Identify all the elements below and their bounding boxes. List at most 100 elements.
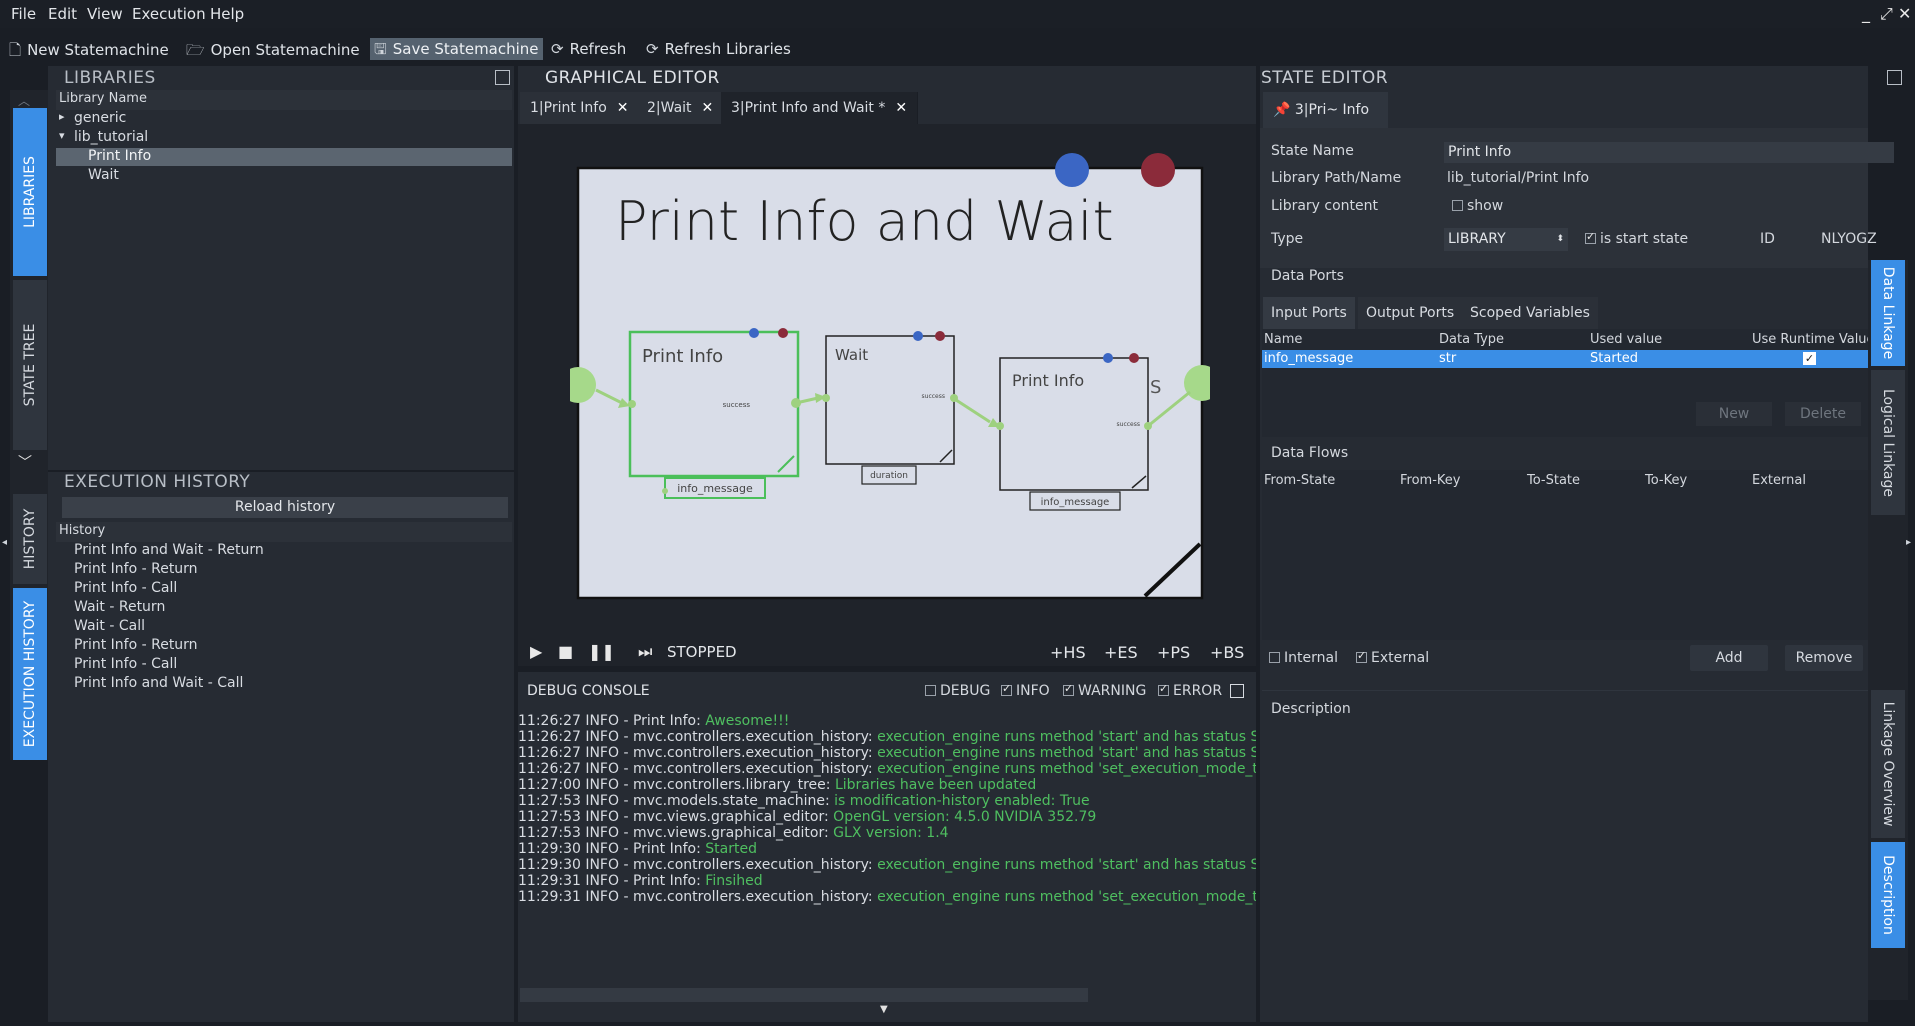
menu-help[interactable]: Help [210,5,244,23]
maximize-icon[interactable]: ⤢ [1880,4,1893,24]
pin-icon[interactable]: 📌 [1273,102,1290,118]
refresh-button[interactable]: ⟳ Refresh [551,40,626,58]
tab-output-ports[interactable]: Output Ports [1358,297,1463,329]
show-checkbox[interactable] [1452,200,1463,211]
remove-flow-button[interactable]: Remove [1785,645,1863,671]
history-item[interactable]: Print Info and Wait - Call [74,675,243,691]
tab-state-tree[interactable]: STATE TREE [13,280,47,450]
tab-input-ports[interactable]: Input Ports [1263,297,1355,329]
tab-history[interactable]: HISTORY [13,494,47,584]
new-statemachine-button[interactable]: 🗋 New Statemachine [9,40,169,65]
open-statemachine-button[interactable]: 🗁 Open Statemachine [186,40,360,65]
step-icon[interactable]: ⏭ [638,642,652,662]
spinner-icon[interactable]: ⬍ [1556,228,1564,251]
stop-icon[interactable]: ■ [558,642,573,661]
port-value[interactable]: Started [1590,351,1638,366]
undock-icon[interactable] [1887,70,1902,85]
play-icon[interactable]: ▶ [530,642,542,661]
column-header-name[interactable]: Name [1264,332,1302,347]
state-income-port[interactable] [1103,353,1113,363]
reload-history-button[interactable]: Reload history [62,497,508,518]
external-checkbox[interactable] [1356,649,1367,663]
internal-toggle[interactable]: Internal [1269,650,1338,666]
menu-execution[interactable]: Execution [132,5,206,23]
is-start-state-toggle[interactable]: is start state [1585,230,1688,247]
column-header-from-state[interactable]: From-State [1264,473,1335,488]
horizontal-scrollbar[interactable] [520,988,1088,1002]
column-header-to-state[interactable]: To-State [1527,473,1580,488]
close-tab-icon[interactable]: ✕ [702,100,714,116]
tab-logical-linkage[interactable]: Logical Linkage [1871,370,1905,515]
minimize-icon[interactable]: _ [1862,4,1870,23]
column-header-external[interactable]: External [1752,473,1806,488]
state-abort-port[interactable] [935,331,945,341]
column-header-data-type[interactable]: Data Type [1439,332,1504,347]
library-column-header[interactable]: Library Name [59,91,147,106]
start-state-checkbox[interactable] [1585,230,1596,244]
undock-icon[interactable] [1230,684,1244,698]
state-abort-port[interactable] [778,328,788,338]
save-statemachine-button[interactable]: 🖫 Save Statemachine [370,38,543,60]
debug-checkbox[interactable] [925,685,936,696]
tab-libraries[interactable]: LIBRARIES [13,108,47,276]
type-select[interactable]: LIBRARY ⬍ [1444,228,1568,251]
history-item[interactable]: Wait - Call [74,618,145,634]
add-preemptive-state-button[interactable]: +PS [1157,643,1190,662]
state-abort-port[interactable] [1129,353,1139,363]
tab-linkage-overview[interactable]: Linkage Overview [1871,690,1905,838]
state-income-port[interactable] [749,328,759,338]
close-icon[interactable]: ✕ [1898,4,1911,23]
tab-state-print-info[interactable]: 📌 3|Pri~ Info ✕ [1263,92,1388,154]
runtime-checkbox[interactable]: ✓ [1803,352,1816,365]
close-tab-icon[interactable]: ✕ [895,100,907,116]
column-header-used-value[interactable]: Used value [1590,332,1662,347]
filter-info[interactable]: INFO [1001,682,1050,699]
tab-data-linkage[interactable]: Data Linkage [1871,260,1905,366]
undock-icon[interactable] [495,70,510,85]
state-name-input[interactable]: Print Info [1444,142,1894,163]
library-item-print-info[interactable]: Print Info [88,148,151,164]
tab-wait[interactable]: 2|Wait ✕ [637,92,725,124]
new-port-button[interactable]: New [1696,402,1772,426]
state-income-port[interactable] [913,331,923,341]
collapse-icon[interactable]: ▾ [59,129,65,142]
collapse-bottom-icon[interactable]: ▼ [880,1004,888,1015]
tab-execution-history[interactable]: EXECUTION HISTORY [13,588,47,760]
filter-debug[interactable]: DEBUG [925,683,990,699]
history-item[interactable]: Print Info - Return [74,561,198,577]
add-hierarchy-state-button[interactable]: +HS [1050,643,1086,662]
show-content-toggle[interactable]: show [1452,198,1503,214]
port-name[interactable]: info_message [1264,351,1353,366]
add-barrier-state-button[interactable]: +BS [1210,643,1244,662]
info-checkbox[interactable] [1001,682,1012,696]
column-header-from-key[interactable]: From-Key [1400,473,1460,488]
close-tab-icon[interactable]: ✕ [617,100,629,116]
collapse-left-icon[interactable]: ◂ [2,537,7,548]
chevron-down-icon[interactable]: ﹀ [18,452,32,472]
description-area[interactable] [1262,690,1868,1020]
pause-icon[interactable]: ❚❚ [588,642,615,661]
expand-icon[interactable]: ▸ [59,110,65,123]
menu-file[interactable]: File [11,5,36,23]
column-header-runtime[interactable]: Use Runtime Value [1752,332,1875,347]
library-item-wait[interactable]: Wait [88,167,119,183]
internal-checkbox[interactable] [1269,652,1280,663]
filter-error[interactable]: ERROR [1158,682,1222,699]
refresh-libraries-button[interactable]: ⟳ Refresh Libraries [646,40,791,58]
warning-checkbox[interactable] [1063,682,1074,696]
menu-view[interactable]: View [87,5,123,23]
library-item-lib-tutorial[interactable]: lib_tutorial [74,129,148,145]
port-type[interactable]: str [1439,351,1456,366]
state-machine-canvas[interactable]: Print Info and Wait S Print Info success… [570,140,1210,610]
history-item[interactable]: Print Info - Call [74,656,177,672]
outcome-abort-port[interactable] [1141,153,1175,187]
history-item[interactable]: Wait - Return [74,599,165,615]
collapse-right-icon[interactable]: ▸ [1906,537,1911,548]
add-flow-button[interactable]: Add [1690,645,1768,671]
history-item[interactable]: Print Info and Wait - Return [74,542,264,558]
chevron-up-icon[interactable]: ︿ [18,92,30,109]
tab-description[interactable]: Description [1871,842,1905,948]
tab-scoped-variables[interactable]: Scoped Variables [1462,297,1598,329]
library-item-generic[interactable]: generic [74,110,126,126]
income-port[interactable] [1055,153,1089,187]
